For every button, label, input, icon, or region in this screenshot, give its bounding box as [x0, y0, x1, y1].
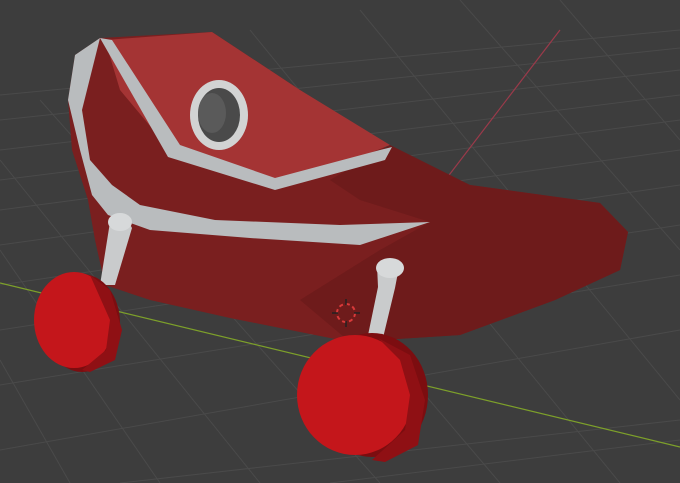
strut-right-joint — [376, 258, 404, 278]
viewport-canvas[interactable] — [0, 0, 680, 483]
strut-left-joint — [108, 213, 132, 231]
3d-viewport[interactable] — [0, 0, 680, 483]
porthole — [190, 80, 248, 150]
model-object[interactable] — [34, 32, 628, 462]
wheel-left[interactable] — [34, 272, 122, 372]
wheel-right[interactable] — [297, 333, 428, 462]
